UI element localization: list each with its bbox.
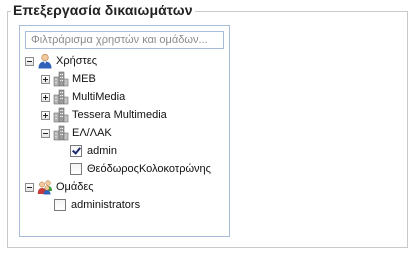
collapse-toggle-icon[interactable] [25, 56, 34, 66]
tree-node-label: ΜΕΒ [72, 73, 96, 85]
tree-node-label: MultiMedia [72, 91, 126, 103]
member-checkbox[interactable] [70, 145, 82, 157]
tree-node-group[interactable]: ΜΕΒ [41, 70, 96, 88]
expand-toggle-icon[interactable] [41, 74, 50, 84]
building-icon [53, 89, 69, 105]
tree-node-users[interactable]: Χρήστες [25, 52, 97, 70]
tree-node-group[interactable]: Tessera Multimedia [41, 106, 167, 124]
team-icon [37, 180, 52, 195]
building-icon [53, 107, 69, 123]
user-icon [38, 53, 52, 69]
tree-node-group[interactable]: ΕΛ/ΛΑΚ [41, 124, 112, 142]
collapse-toggle-icon[interactable] [41, 128, 50, 138]
permissions-panel: Χρήστες ΜΕΒ [19, 25, 230, 237]
member-checkbox[interactable] [70, 163, 82, 175]
tree-node-member[interactable]: ΘεόδωροςΚολοκοτρώνης [70, 160, 211, 178]
tree-node-label: ΘεόδωροςΚολοκοτρώνης [87, 163, 211, 175]
tree-node-label: admin [87, 145, 117, 157]
building-icon [53, 125, 69, 141]
tree-node-label: administrators [71, 199, 141, 211]
tree-node-member[interactable]: administrators [54, 196, 140, 214]
expand-toggle-icon[interactable] [41, 92, 50, 102]
tree-node-label: Tessera Multimedia [72, 109, 167, 121]
tree-node-label: Χρήστες [56, 55, 98, 67]
member-checkbox[interactable] [54, 199, 66, 211]
fieldset-legend: Επεξεργασία δικαιωμάτων [11, 2, 195, 18]
tree-node-label: Ομάδες [56, 181, 94, 193]
building-icon [53, 71, 69, 87]
tree-node-group[interactable]: MultiMedia [41, 88, 125, 106]
tree-node-member[interactable]: admin [70, 142, 117, 160]
expand-toggle-icon[interactable] [41, 110, 50, 120]
tree-node-teams[interactable]: Ομάδες [25, 178, 94, 196]
tree-node-label: ΕΛ/ΛΑΚ [72, 127, 112, 139]
permissions-tree: Χρήστες ΜΕΒ MultiMedia Tessera Multimedi… [20, 26, 229, 236]
collapse-toggle-icon[interactable] [25, 182, 34, 192]
